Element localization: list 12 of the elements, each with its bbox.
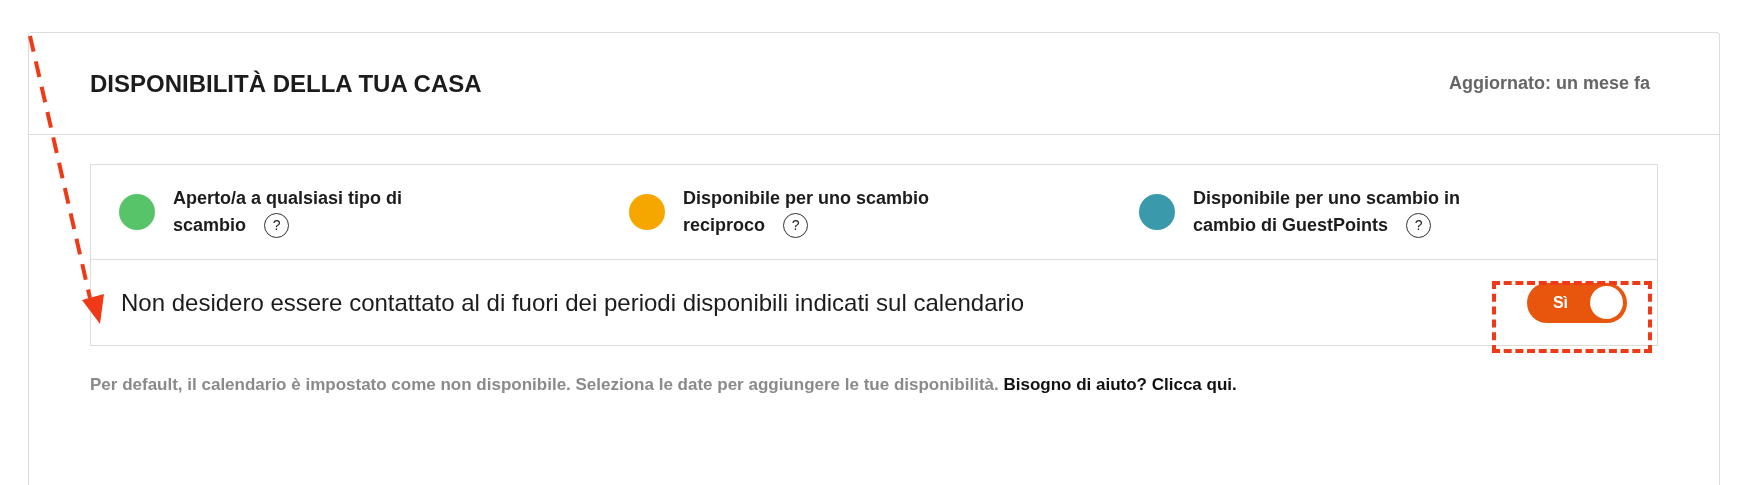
legend-label: reciproco: [683, 214, 766, 237]
legend-label: scambio: [173, 214, 247, 237]
updated-label: Aggiornato: un mese fa: [1449, 72, 1650, 95]
legend-label: Disponibile per uno scambio in: [1193, 187, 1461, 210]
help-link[interactable]: Bisogno di aiuto? Clicca qui.: [1003, 375, 1237, 394]
toggle-switch[interactable]: Sì: [1527, 282, 1627, 323]
calendar-note: Per default, il calendario è impostato come non disponibile. Seleziona le date per aggiungere le tue disponibilità. Bisogno di aiuto? Clicca qui.: [90, 374, 1238, 396]
setting-label: Non desidero essere contattato al di fuori dei periodi disponibili indicati sul calendario: [121, 287, 1025, 318]
legend-label: Aperto/a a qualsiasi tipo di: [173, 187, 403, 210]
legend-label: cambio di GuestPoints: [1193, 214, 1389, 237]
legend-label: Disponibile per uno scambio: [683, 187, 930, 210]
section-title: DISPONIBILITÀ DELLA TUA CASA: [90, 68, 482, 99]
